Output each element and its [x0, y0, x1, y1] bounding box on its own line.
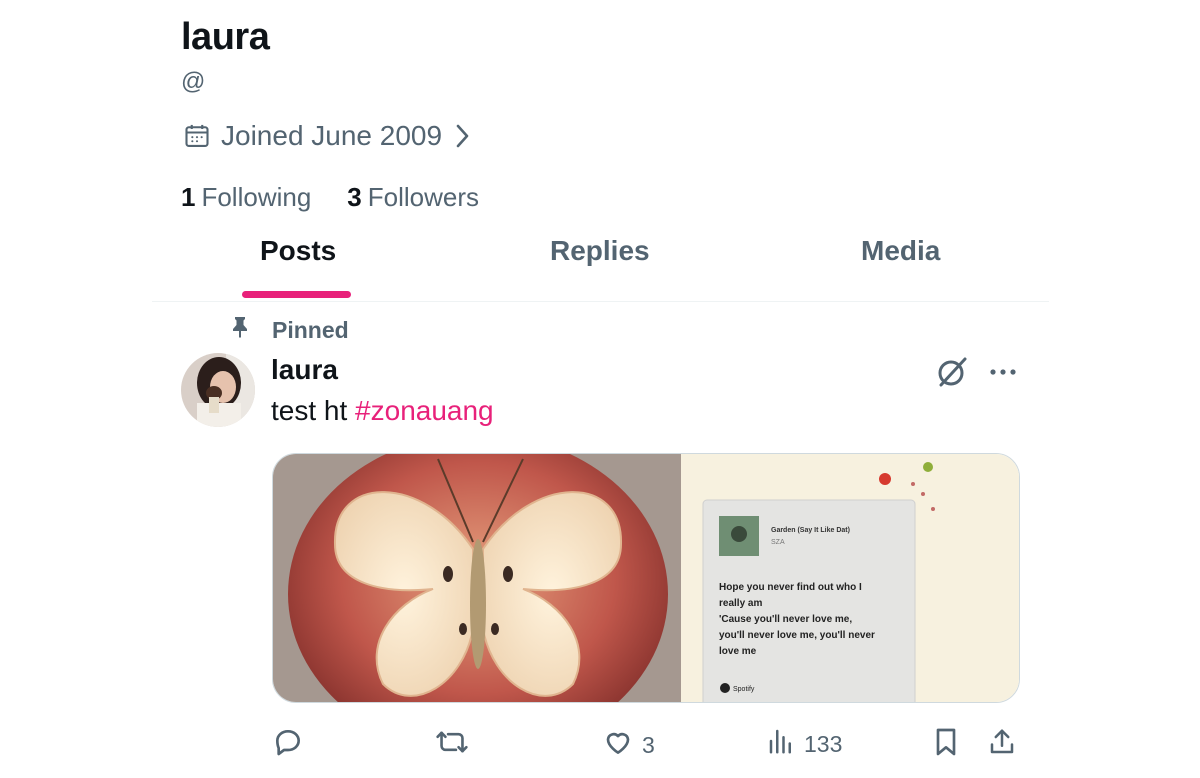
lyrics-line-4: you'll never love me, you'll never [719, 630, 875, 641]
pinned-label: Pinned [228, 315, 349, 345]
followers-label: Followers [367, 182, 480, 212]
profile-name: laura [181, 16, 270, 58]
share-icon [987, 726, 1017, 764]
lyrics-line-5: love me [719, 646, 757, 657]
song-title: Garden (Say It Like Dat) [771, 527, 850, 534]
more-icon[interactable] [988, 360, 1018, 389]
profile-tabs: Posts Replies Media [152, 225, 1049, 302]
bookmark-icon [932, 726, 960, 764]
post-actions: 3 133 [272, 726, 1022, 766]
following-link[interactable]: 1 Following [181, 182, 311, 213]
following-count: 1 [181, 182, 196, 212]
pinned-text: Pinned [272, 316, 349, 343]
calendar-icon [183, 122, 211, 150]
hashtag-link[interactable]: #zonauang [355, 395, 494, 426]
repost-icon [435, 726, 469, 764]
pin-icon [228, 315, 252, 345]
profile-handle: @ [181, 68, 206, 95]
post-text: test ht #zonauang [271, 395, 494, 427]
followers-link[interactable]: 3 Followers [347, 182, 479, 213]
followers-count: 3 [347, 182, 362, 212]
post-author[interactable]: laura [271, 354, 338, 386]
post-media[interactable]: Garden (Say It Like Dat) SZA Hope you ne… [272, 453, 1020, 703]
reply-icon [272, 726, 304, 764]
joined-text: Joined June 2009 [221, 120, 443, 151]
views-icon [766, 726, 796, 762]
like-count: 3 [642, 731, 655, 758]
avatar[interactable] [181, 353, 255, 427]
views-count: 133 [804, 730, 843, 757]
tab-media[interactable]: Media [861, 235, 940, 267]
following-label: Following [201, 182, 312, 212]
lyrics-line-2: really am [719, 598, 762, 609]
song-artist: SZA [771, 539, 785, 546]
views-button[interactable]: 133 [766, 726, 842, 762]
grok-icon[interactable] [935, 355, 969, 394]
like-button[interactable]: 3 [602, 726, 655, 764]
tab-posts[interactable]: Posts [260, 235, 336, 267]
active-tab-indicator [242, 291, 351, 298]
repost-button[interactable] [435, 726, 477, 764]
share-button[interactable] [987, 726, 1017, 764]
chevron-right-icon [452, 123, 472, 149]
lyrics-line-3: 'Cause you'll never love me, [719, 614, 852, 625]
lyrics-line-1: Hope you never find out who I [719, 582, 862, 593]
joined-date[interactable]: Joined June 2009 [183, 120, 472, 152]
post-body: test ht [271, 395, 356, 426]
spotify-logo: Spotify [733, 686, 755, 693]
bookmark-button[interactable] [932, 726, 960, 764]
reply-button[interactable] [272, 726, 312, 764]
like-icon [602, 726, 634, 764]
tab-replies[interactable]: Replies [550, 235, 650, 267]
follow-stats: 1 Following 3 Followers [181, 182, 479, 213]
